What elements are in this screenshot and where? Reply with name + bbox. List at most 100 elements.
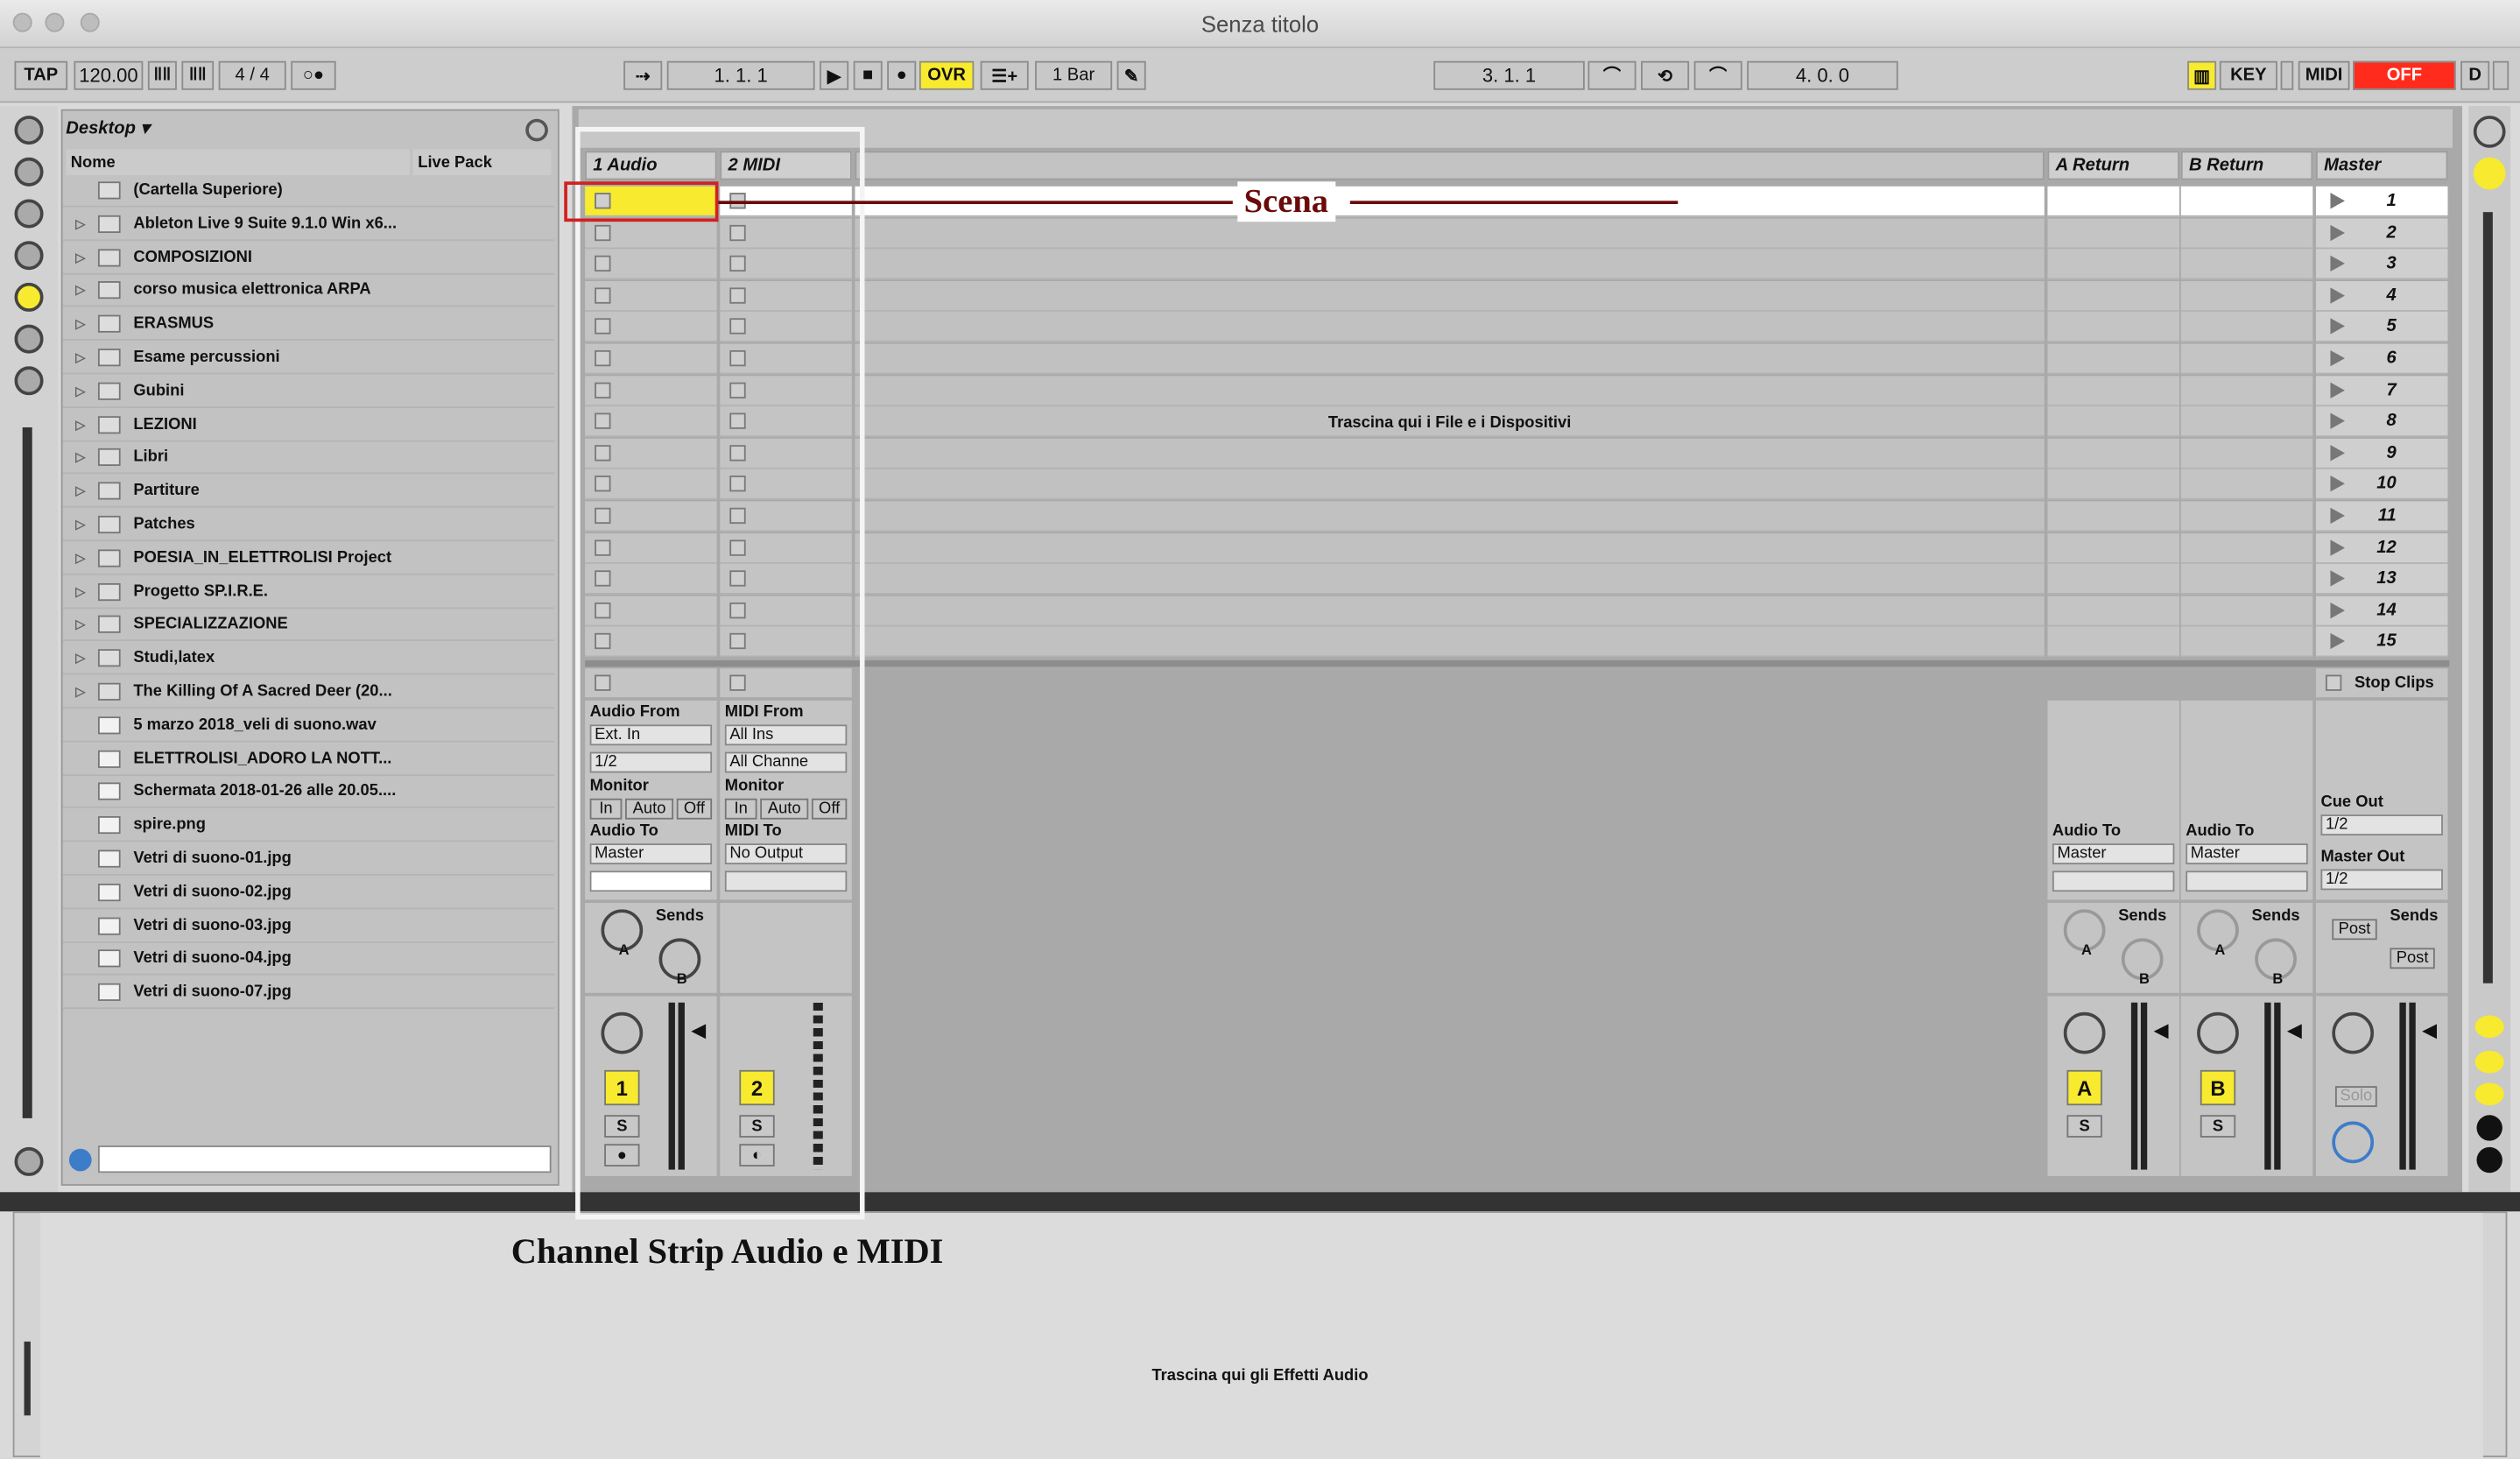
browser-item[interactable]: ▷ COMPOSIZIONI [62,242,555,274]
browser-search-input[interactable] [97,1145,552,1174]
return-a-to-channel[interactable] [2052,870,2175,892]
scene-launch-icon[interactable] [2330,476,2345,493]
expand-triangle-icon[interactable]: ▷ [75,384,88,398]
clip-slot[interactable] [2047,438,2179,469]
expand-triangle-icon[interactable]: ▷ [75,584,88,599]
session-view-icon[interactable] [2473,116,2506,148]
arrangement-position-field[interactable]: 1. 1. 1 [666,60,815,90]
clips-icon[interactable] [14,241,44,271]
clip-slot[interactable] [2180,627,2313,659]
clip-slot[interactable] [2047,375,2179,406]
browser-item[interactable]: Schermata 2018-01-26 alle 20.05.... [62,777,555,809]
expand-triangle-icon[interactable]: ▷ [75,484,88,499]
browser-item[interactable]: ▷ Ableton Live 9 Suite 9.1.0 Win x6... [62,208,555,241]
browser-item[interactable]: ▷ LEZIONI [62,409,555,441]
d-button[interactable]: D [2460,60,2490,90]
scene-slot[interactable]: 8 [2315,406,2448,438]
scene-slot[interactable]: 3 [2315,249,2448,280]
refresh-icon[interactable] [14,366,44,396]
midi-map-button[interactable]: MIDI [2298,60,2350,90]
post-button-1[interactable]: Post [2332,919,2377,941]
clip-slot[interactable] [2047,564,2179,596]
browser-item[interactable]: Vetri di suono-03.jpg [62,910,555,943]
clip-slot[interactable] [2180,249,2313,280]
expand-triangle-icon[interactable]: ▷ [75,518,88,532]
punch-in-icon[interactable]: ⌒ [1587,60,1637,90]
clip-slot[interactable] [2180,532,2313,564]
computer-midi-keyboard-icon[interactable]: ▥ [2187,60,2217,90]
vertical-scrollbar[interactable] [2482,212,2493,983]
clip-slot[interactable] [2180,280,2313,312]
clip-slot[interactable] [2180,406,2313,438]
expand-triangle-icon[interactable]: ▷ [75,417,88,432]
clip-slot[interactable] [2047,217,2179,249]
clip-slot[interactable] [2047,627,2179,659]
track-activator-return-a[interactable]: A [2066,1069,2102,1106]
expand-triangle-icon[interactable]: ▷ [75,450,88,465]
scene-slot[interactable]: 15 [2315,627,2448,659]
stop-icon[interactable]: ■ [853,60,883,90]
nudge-up-icon[interactable]: ‖‖ [181,60,215,90]
clip-slot[interactable] [2180,564,2313,596]
browser-search-icon[interactable] [68,1148,92,1172]
solo-button-return-b[interactable]: S [2200,1115,2236,1138]
scene-slot[interactable]: 14 [2315,596,2448,627]
volume-fader-icon[interactable]: ◀ [2287,1018,2302,1041]
browser-item[interactable]: ▷ Esame percussioni [62,342,555,375]
mixer-view-icon[interactable] [2473,157,2506,190]
tempo-field[interactable]: 120.00 [74,60,144,90]
scene-slot[interactable]: 13 [2315,564,2448,596]
expand-triangle-icon[interactable]: ▷ [75,250,88,264]
expand-triangle-icon[interactable]: ▷ [75,551,88,566]
scene-slot[interactable]: 11 [2315,501,2448,532]
clip-slot[interactable] [2180,186,2313,217]
expand-triangle-icon[interactable]: ▷ [75,617,88,632]
solo-cue-toggle[interactable]: Solo [2334,1086,2377,1108]
cue-volume-knob[interactable] [2332,1121,2375,1164]
browser-item[interactable]: Vetri di suono-04.jpg [62,944,555,976]
loop-icon[interactable]: ⟲ [1641,60,1690,90]
browser-item[interactable]: Vetri di suono-02.jpg [62,877,555,910]
browser-item[interactable]: ▷ Patches [62,510,555,542]
clip-slot[interactable] [2047,312,2179,343]
stop-all-clips[interactable]: Stop Clips [2315,668,2448,698]
column-header-name[interactable]: Nome [66,149,411,175]
volume-fader-icon[interactable]: ◀ [2154,1018,2169,1041]
io-toggle-icon[interactable] [2474,1015,2504,1039]
browser-item[interactable]: (Cartella Superiore) [62,175,555,208]
browser-item[interactable]: ELETTROLISI_ADORO LA NOTT... [62,744,555,776]
clip-slot[interactable] [2180,343,2313,375]
browser-item[interactable]: spire.png [62,810,555,842]
tap-button[interactable]: TAP [14,60,68,90]
browser-item[interactable]: ▷ Studi,latex [62,643,555,675]
scene-slot[interactable]: 12 [2315,532,2448,564]
scene-launch-icon[interactable] [2330,318,2345,335]
scene-slot[interactable]: 2 [2315,217,2448,249]
return-b-to-channel[interactable] [2186,870,2308,892]
browser-settings-icon[interactable] [525,118,548,142]
loop-start-field[interactable]: 3. 1. 1 [1433,60,1585,90]
clip-slot[interactable] [2180,501,2313,532]
scene-launch-icon[interactable] [2330,570,2345,587]
browser-item[interactable]: ▷ POESIA_IN_ELETTROLISI Project [62,543,555,575]
expand-triangle-icon[interactable]: ▷ [75,317,88,332]
browser-item[interactable]: Vetri di suono-07.jpg [62,977,555,1010]
clip-slot[interactable] [2047,532,2179,564]
scene-launch-icon[interactable] [2330,381,2345,398]
browser-item[interactable]: Vetri di suono-01.jpg [62,843,555,876]
return-b-to-dropdown[interactable]: Master [2186,843,2308,865]
scene-launch-icon[interactable] [2330,349,2345,367]
browser-item[interactable]: ▷ SPECIALIZZAZIONE [62,610,555,642]
browser-item[interactable]: 5 marzo 2018_veli di suono.wav [62,710,555,743]
overview-icon[interactable] [14,1146,44,1176]
expand-triangle-icon[interactable]: ▷ [75,651,88,666]
column-header-livepack[interactable]: Live Pack [412,149,552,175]
record-icon[interactable]: ● [887,60,917,90]
clip-slot[interactable] [2047,596,2179,627]
plugins-icon[interactable] [14,199,44,229]
expand-triangle-icon[interactable]: ▷ [75,284,88,299]
scene-slot[interactable]: 7 [2315,375,2448,406]
clip-slot[interactable] [2047,343,2179,375]
sidebar-scrollbar[interactable] [22,427,32,1118]
track-activator-return-b[interactable]: B [2200,1069,2236,1106]
